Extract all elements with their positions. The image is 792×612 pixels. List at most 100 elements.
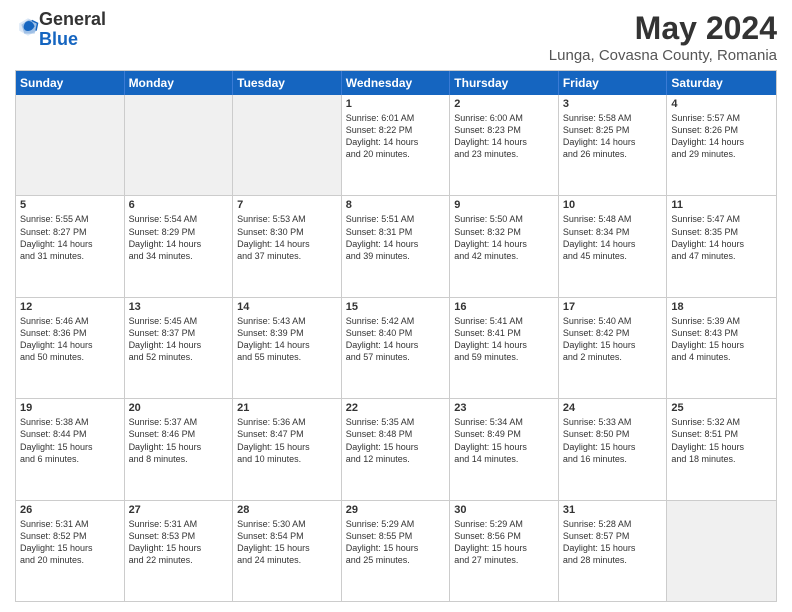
calendar-cell: 7 Sunrise: 5:53 AM Sunset: 8:30 PM Daylig…	[233, 196, 342, 296]
cell-info: Sunrise: 5:45 AM Sunset: 8:37 PM Dayligh…	[129, 315, 229, 364]
calendar-cell: 18Sunrise: 5:39 AM Sunset: 8:43 PM Dayli…	[667, 298, 776, 398]
cell-info: Sunrise: 5:57 AM Sunset: 8:26 PM Dayligh…	[671, 112, 772, 161]
cell-info: Sunrise: 5:29 AM Sunset: 8:55 PM Dayligh…	[346, 518, 446, 567]
day-number: 13	[129, 301, 229, 313]
cell-info: Sunrise: 5:47 AM Sunset: 8:35 PM Dayligh…	[671, 213, 772, 262]
calendar: SundayMondayTuesdayWednesdayThursdayFrid…	[15, 70, 777, 602]
cell-info: Sunrise: 5:50 AM Sunset: 8:32 PM Dayligh…	[454, 213, 554, 262]
page: General Blue May 2024 Lunga, Covasna Cou…	[0, 0, 792, 612]
day-number: 17	[563, 301, 663, 313]
calendar-cell	[125, 95, 234, 195]
calendar-cell: 19 Sunrise: 5:38 AM Sunset: 8:44 PM Dayli…	[16, 399, 125, 499]
calendar-cell: 14 Sunrise: 5:43 AM Sunset: 8:39 PM Dayli…	[233, 298, 342, 398]
cell-info: Sunrise: 5:39 AM Sunset: 8:43 PM Dayligh…	[671, 315, 772, 364]
calendar-cell: 26 Sunrise: 5:31 AM Sunset: 8:52 PM Dayli…	[16, 501, 125, 601]
cell-info: Sunrise: 5:31 AM Sunset: 8:53 PM Dayligh…	[129, 518, 229, 567]
day-number: 6	[129, 199, 229, 211]
day-number: 3	[563, 98, 663, 110]
logo: General Blue	[15, 10, 106, 50]
cell-info: Sunrise: 5:41 AM Sunset: 8:41 PM Dayligh…	[454, 315, 554, 364]
day-number: 29	[346, 504, 446, 516]
cell-info: Sunrise: 5:55 AM Sunset: 8:27 PM Dayligh…	[20, 213, 120, 262]
day-number: 22	[346, 402, 446, 414]
day-number: 24	[563, 402, 663, 414]
calendar-cell: 30Sunrise: 5:29 AM Sunset: 8:56 PM Dayli…	[450, 501, 559, 601]
cell-info: Sunrise: 6:00 AM Sunset: 8:23 PM Dayligh…	[454, 112, 554, 161]
day-number: 30	[454, 504, 554, 516]
day-number: 5	[20, 199, 120, 211]
day-number: 28	[237, 504, 337, 516]
cell-info: Sunrise: 5:35 AM Sunset: 8:48 PM Dayligh…	[346, 416, 446, 465]
calendar-row: 26 Sunrise: 5:31 AM Sunset: 8:52 PM Dayli…	[16, 500, 776, 601]
calendar-cell: 20Sunrise: 5:37 AM Sunset: 8:46 PM Dayli…	[125, 399, 234, 499]
cell-info: Sunrise: 5:40 AM Sunset: 8:42 PM Dayligh…	[563, 315, 663, 364]
cell-info: Sunrise: 5:42 AM Sunset: 8:40 PM Dayligh…	[346, 315, 446, 364]
cell-info: Sunrise: 5:58 AM Sunset: 8:25 PM Dayligh…	[563, 112, 663, 161]
cell-info: Sunrise: 5:31 AM Sunset: 8:52 PM Dayligh…	[20, 518, 120, 567]
calendar-cell: 29 Sunrise: 5:29 AM Sunset: 8:55 PM Dayli…	[342, 501, 451, 601]
calendar-cell: 28 Sunrise: 5:30 AM Sunset: 8:54 PM Dayli…	[233, 501, 342, 601]
title-block: May 2024 Lunga, Covasna County, Romania	[549, 10, 777, 64]
calendar-cell: 22 Sunrise: 5:35 AM Sunset: 8:48 PM Dayli…	[342, 399, 451, 499]
cell-info: Sunrise: 5:46 AM Sunset: 8:36 PM Dayligh…	[20, 315, 120, 364]
cell-info: Sunrise: 5:38 AM Sunset: 8:44 PM Dayligh…	[20, 416, 120, 465]
cell-info: Sunrise: 5:36 AM Sunset: 8:47 PM Dayligh…	[237, 416, 337, 465]
day-number: 15	[346, 301, 446, 313]
calendar-row: 5 Sunrise: 5:55 AM Sunset: 8:27 PM Daylig…	[16, 195, 776, 296]
cell-info: Sunrise: 5:34 AM Sunset: 8:49 PM Dayligh…	[454, 416, 554, 465]
cell-info: Sunrise: 5:33 AM Sunset: 8:50 PM Dayligh…	[563, 416, 663, 465]
calendar-header: SundayMondayTuesdayWednesdayThursdayFrid…	[16, 71, 776, 95]
calendar-cell: 31 Sunrise: 5:28 AM Sunset: 8:57 PM Dayli…	[559, 501, 668, 601]
day-number: 9	[454, 199, 554, 211]
calendar-header-cell: Thursday	[450, 71, 559, 95]
day-number: 23	[454, 402, 554, 414]
calendar-cell: 25Sunrise: 5:32 AM Sunset: 8:51 PM Dayli…	[667, 399, 776, 499]
calendar-cell: 9 Sunrise: 5:50 AM Sunset: 8:32 PM Daylig…	[450, 196, 559, 296]
cell-info: Sunrise: 5:51 AM Sunset: 8:31 PM Dayligh…	[346, 213, 446, 262]
day-number: 2	[454, 98, 554, 110]
day-number: 12	[20, 301, 120, 313]
calendar-cell: 17 Sunrise: 5:40 AM Sunset: 8:42 PM Dayli…	[559, 298, 668, 398]
subtitle: Lunga, Covasna County, Romania	[549, 47, 777, 64]
calendar-cell: 1 Sunrise: 6:01 AM Sunset: 8:22 PM Daylig…	[342, 95, 451, 195]
calendar-cell: 8 Sunrise: 5:51 AM Sunset: 8:31 PM Daylig…	[342, 196, 451, 296]
day-number: 31	[563, 504, 663, 516]
day-number: 4	[671, 98, 772, 110]
calendar-cell: 5 Sunrise: 5:55 AM Sunset: 8:27 PM Daylig…	[16, 196, 125, 296]
day-number: 19	[20, 402, 120, 414]
cell-info: Sunrise: 5:43 AM Sunset: 8:39 PM Dayligh…	[237, 315, 337, 364]
cell-info: Sunrise: 6:01 AM Sunset: 8:22 PM Dayligh…	[346, 112, 446, 161]
cell-info: Sunrise: 5:28 AM Sunset: 8:57 PM Dayligh…	[563, 518, 663, 567]
calendar-cell	[16, 95, 125, 195]
calendar-cell: 6 Sunrise: 5:54 AM Sunset: 8:29 PM Daylig…	[125, 196, 234, 296]
calendar-cell: 10Sunrise: 5:48 AM Sunset: 8:34 PM Dayli…	[559, 196, 668, 296]
calendar-row: 1 Sunrise: 6:01 AM Sunset: 8:22 PM Daylig…	[16, 95, 776, 195]
cell-info: Sunrise: 5:54 AM Sunset: 8:29 PM Dayligh…	[129, 213, 229, 262]
day-number: 7	[237, 199, 337, 211]
calendar-header-cell: Saturday	[667, 71, 776, 95]
calendar-cell: 21Sunrise: 5:36 AM Sunset: 8:47 PM Dayli…	[233, 399, 342, 499]
day-number: 10	[563, 199, 663, 211]
calendar-header-cell: Sunday	[16, 71, 125, 95]
day-number: 26	[20, 504, 120, 516]
cell-info: Sunrise: 5:37 AM Sunset: 8:46 PM Dayligh…	[129, 416, 229, 465]
day-number: 14	[237, 301, 337, 313]
calendar-cell: 3 Sunrise: 5:58 AM Sunset: 8:25 PM Daylig…	[559, 95, 668, 195]
calendar-cell: 2 Sunrise: 6:00 AM Sunset: 8:23 PM Daylig…	[450, 95, 559, 195]
calendar-cell: 12 Sunrise: 5:46 AM Sunset: 8:36 PM Dayli…	[16, 298, 125, 398]
calendar-header-cell: Friday	[559, 71, 668, 95]
calendar-header-cell: Monday	[125, 71, 234, 95]
day-number: 8	[346, 199, 446, 211]
logo-text: General Blue	[39, 10, 106, 50]
calendar-cell: 15 Sunrise: 5:42 AM Sunset: 8:40 PM Dayli…	[342, 298, 451, 398]
calendar-cell: 11Sunrise: 5:47 AM Sunset: 8:35 PM Dayli…	[667, 196, 776, 296]
calendar-cell: 13 Sunrise: 5:45 AM Sunset: 8:37 PM Dayli…	[125, 298, 234, 398]
calendar-cell	[667, 501, 776, 601]
cell-info: Sunrise: 5:30 AM Sunset: 8:54 PM Dayligh…	[237, 518, 337, 567]
cell-info: Sunrise: 5:53 AM Sunset: 8:30 PM Dayligh…	[237, 213, 337, 262]
day-number: 1	[346, 98, 446, 110]
calendar-cell: 4 Sunrise: 5:57 AM Sunset: 8:26 PM Daylig…	[667, 95, 776, 195]
calendar-cell: 27Sunrise: 5:31 AM Sunset: 8:53 PM Dayli…	[125, 501, 234, 601]
header: General Blue May 2024 Lunga, Covasna Cou…	[15, 10, 777, 64]
logo-icon	[17, 16, 39, 38]
